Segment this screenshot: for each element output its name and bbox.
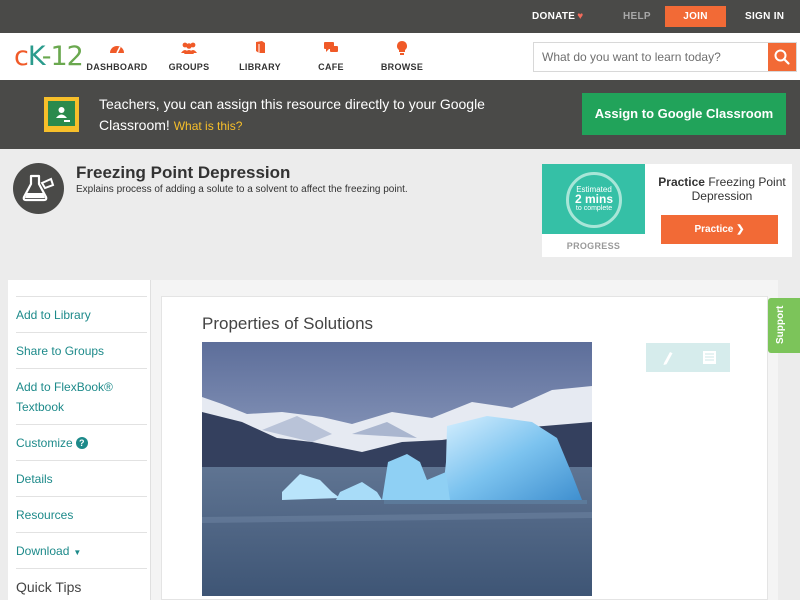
caret-down-icon: ▼ xyxy=(73,548,82,557)
nav-cafe[interactable]: CAFE xyxy=(291,40,371,72)
estimated-time-badge: Estimated 2 mins to complete xyxy=(566,172,622,228)
help-link[interactable]: HELP xyxy=(623,0,651,33)
customize-label: Customize xyxy=(16,436,73,450)
classroom-banner-text: Teachers, you can assign this resource d… xyxy=(99,94,499,137)
nav-library-label: LIBRARY xyxy=(239,62,281,72)
nav-browse-label: BROWSE xyxy=(380,62,424,72)
share-to-groups-link[interactable]: Share to Groups xyxy=(16,332,147,368)
concept-title: Freezing Point Depression xyxy=(76,163,291,182)
google-classroom-icon xyxy=(44,97,79,132)
resources-link[interactable]: Resources xyxy=(16,496,147,532)
support-tab[interactable]: Support xyxy=(768,298,800,353)
highlight-pen-icon[interactable] xyxy=(646,343,688,372)
classroom-message: Teachers, you can assign this resource d… xyxy=(99,96,485,133)
help-question-icon[interactable]: ? xyxy=(75,437,88,449)
left-sidebar: Add to Library Share to Groups Add to Fl… xyxy=(8,280,150,600)
practice-title: Practice Freezing Point Depression xyxy=(652,175,792,203)
support-label: Support xyxy=(775,305,786,344)
nav-dashboard[interactable]: DASHBOARD xyxy=(77,40,157,72)
search-button[interactable] xyxy=(768,43,796,71)
concept-description: Explains process of adding a solute to a… xyxy=(76,184,408,195)
nav-cafe-label: CAFE xyxy=(318,62,344,72)
customize-link[interactable]: Customize? xyxy=(16,424,147,460)
what-is-this-link[interactable]: What is this? xyxy=(174,119,243,133)
nav-browse[interactable]: BROWSE xyxy=(362,40,442,72)
groups-icon xyxy=(149,40,229,58)
dashboard-icon xyxy=(77,40,157,58)
nav-groups-label: GROUPS xyxy=(168,62,210,72)
chevron-right-icon: ❯ xyxy=(736,224,745,235)
sign-in-link[interactable]: SIGN IN xyxy=(745,0,784,33)
chemistry-flask-icon xyxy=(13,163,64,214)
estimated-minutes: 2 mins xyxy=(574,192,613,206)
progress-graphic: Estimated 2 mins to complete xyxy=(542,164,645,234)
main-header: cK-12 DASHBOARD GROUPS LIBRARY CAFE BROW… xyxy=(0,33,800,80)
section-title: Properties of Solutions xyxy=(202,314,374,333)
add-to-library-link[interactable]: Add to Library xyxy=(16,296,147,332)
to-complete-label: to complete xyxy=(575,205,613,212)
search-box xyxy=(533,42,797,72)
practice-button[interactable]: Practice ❯ xyxy=(661,215,778,244)
practice-button-label: Practice xyxy=(694,224,734,235)
progress-label: PROGRESS xyxy=(566,241,621,251)
top-utility-bar: DONATE ♥ HELP JOIN SIGN IN xyxy=(0,0,800,33)
nav-dashboard-label: DASHBOARD xyxy=(86,62,148,72)
download-link[interactable]: Download ▼ xyxy=(16,532,147,568)
nav-library[interactable]: LIBRARY xyxy=(220,40,300,72)
details-link[interactable]: Details xyxy=(16,460,147,496)
practice-title-rest: Freezing Point Depression xyxy=(691,175,786,203)
cafe-icon xyxy=(291,40,371,58)
nav-groups[interactable]: GROUPS xyxy=(149,40,229,72)
add-to-flexbook-link[interactable]: Add to FlexBook® Textbook xyxy=(16,368,147,424)
glacier-photo xyxy=(202,342,592,596)
search-input[interactable] xyxy=(534,43,768,71)
library-icon xyxy=(220,40,300,58)
quick-tips-heading: Quick Tips xyxy=(16,568,147,600)
practice-title-bold: Practice xyxy=(658,175,705,189)
donate-link[interactable]: DONATE ♥ xyxy=(532,0,584,33)
ck12-logo[interactable]: cK-12 xyxy=(14,43,84,70)
notes-icon[interactable] xyxy=(688,343,730,372)
practice-card: Estimated 2 mins to complete PROGRESS Pr… xyxy=(542,164,792,257)
heart-icon: ♥ xyxy=(577,11,584,22)
annotation-tools xyxy=(646,343,730,372)
search-icon xyxy=(774,49,790,65)
assign-to-google-classroom-button[interactable]: Assign to Google Classroom xyxy=(582,93,786,135)
join-button[interactable]: JOIN xyxy=(665,6,726,27)
browse-icon xyxy=(362,40,442,58)
donate-label: DONATE xyxy=(532,11,576,22)
download-label: Download xyxy=(16,544,70,558)
google-classroom-banner: Teachers, you can assign this resource d… xyxy=(0,80,800,149)
